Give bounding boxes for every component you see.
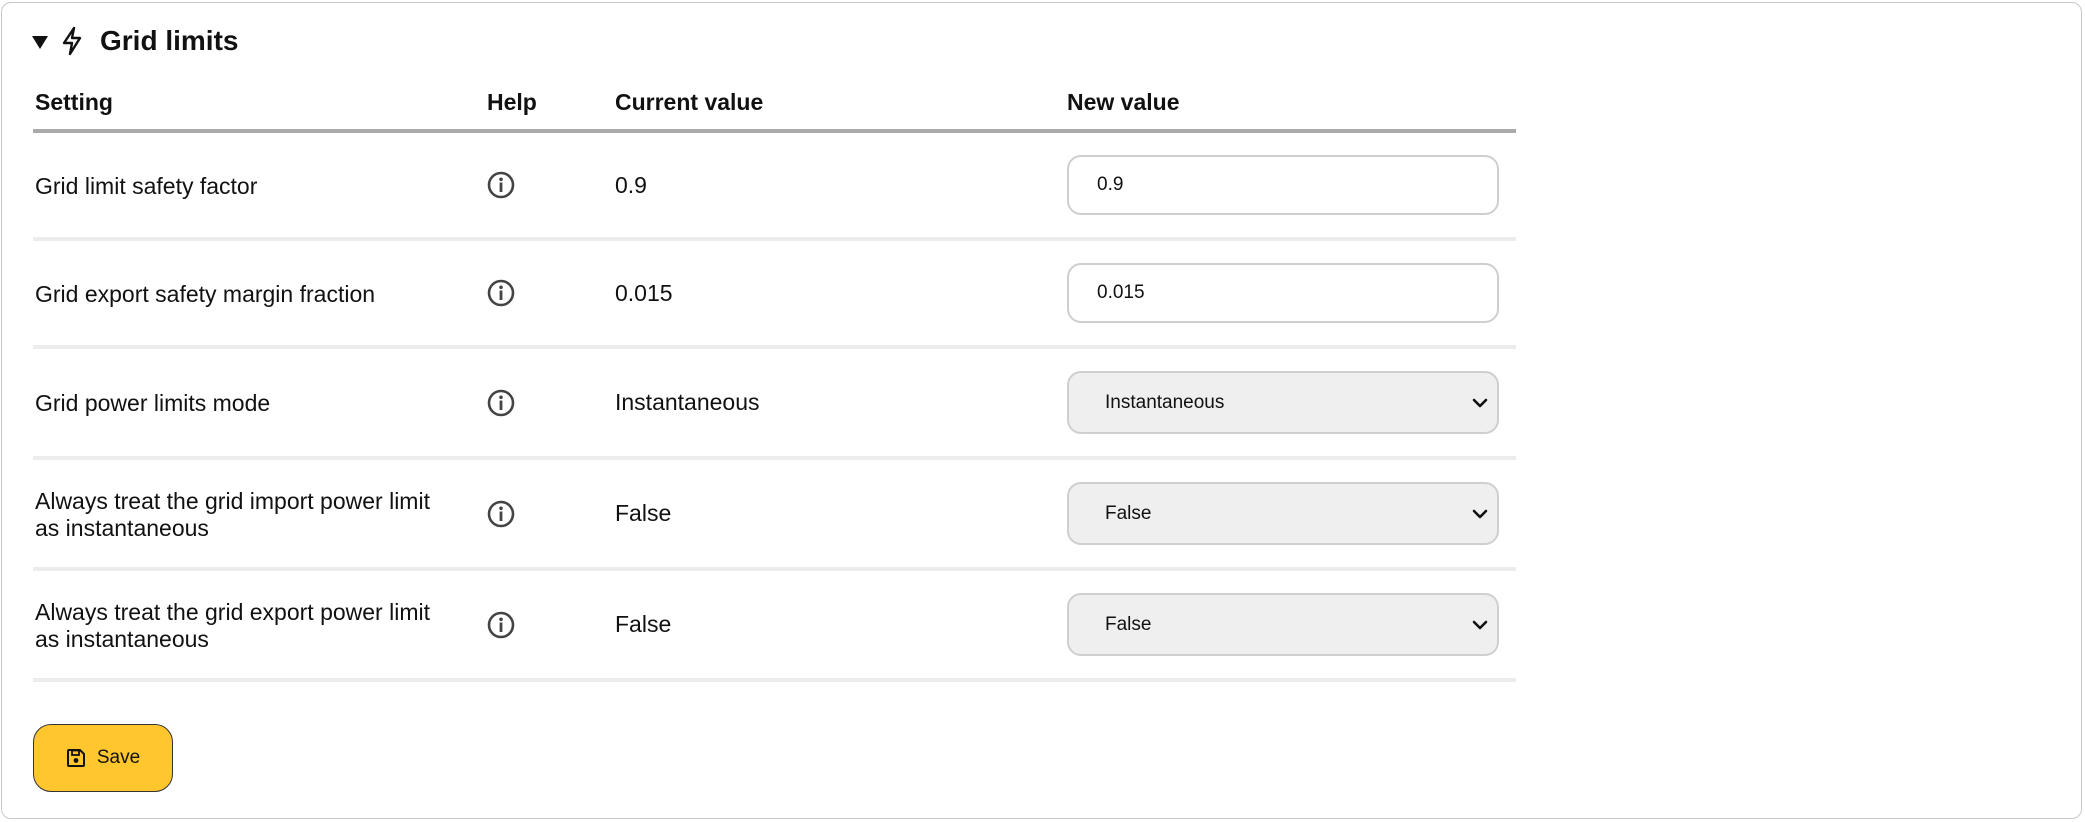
info-circle-icon[interactable] — [487, 171, 515, 199]
table-row: Grid export safety margin fraction 0.015 — [33, 239, 1516, 349]
table-row: Grid limit safety factor 0.9 — [33, 131, 1516, 241]
current-value: 0.9 — [613, 131, 1065, 241]
new-value-input[interactable] — [1067, 263, 1499, 323]
column-header-current-value: Current value — [613, 89, 1065, 133]
lightning-bolt-icon — [62, 26, 82, 56]
new-value-select[interactable]: Instantaneous — [1067, 371, 1499, 434]
info-circle-icon[interactable] — [487, 500, 515, 528]
info-circle-icon[interactable] — [487, 389, 515, 417]
save-button-label: Save — [96, 747, 141, 768]
new-value-select[interactable]: False — [1067, 482, 1499, 545]
selected-option: False — [1105, 502, 1152, 524]
current-value: False — [613, 458, 1065, 571]
selected-option: Instantaneous — [1105, 391, 1225, 413]
floppy-disk-icon — [66, 749, 85, 767]
current-value: 0.015 — [613, 239, 1065, 349]
info-circle-icon[interactable] — [487, 279, 515, 307]
save-button[interactable]: Save — [33, 724, 173, 792]
setting-label: Grid power limits mode — [35, 390, 271, 416]
caret-down-icon[interactable] — [32, 35, 48, 49]
section-title: Grid limits — [100, 25, 239, 56]
column-header-setting: Setting — [33, 89, 485, 133]
current-value: False — [613, 569, 1065, 682]
table-row: Always treat the grid export power limit… — [33, 569, 1516, 682]
table-row: Grid power limits mode Instantaneous Ins… — [33, 347, 1516, 460]
column-header-new-value: New value — [1065, 89, 1516, 133]
new-value-select[interactable]: False — [1067, 593, 1499, 656]
setting-label: Always treat the grid export power limit… — [35, 598, 430, 652]
chevron-down-icon — [1472, 620, 1488, 629]
table-header-row: Setting Help Current value New value — [33, 89, 1516, 133]
setting-label: Grid limit safety factor — [35, 172, 258, 199]
setting-label: Always treat the grid import power limit… — [35, 487, 430, 541]
column-header-help: Help — [485, 89, 613, 133]
chevron-down-icon — [1472, 398, 1488, 407]
chevron-down-icon — [1472, 509, 1488, 518]
current-value: Instantaneous — [613, 347, 1065, 460]
section-header[interactable]: Grid limits — [32, 21, 238, 61]
setting-label: Grid export safety margin fraction — [35, 280, 376, 307]
new-value-input[interactable] — [1067, 155, 1499, 215]
grid-limits-panel: Grid limits Setting Help Current value N… — [1, 2, 2082, 819]
settings-table: Setting Help Current value New value Gri… — [33, 89, 1516, 682]
table-row: Always treat the grid import power limit… — [33, 458, 1516, 571]
selected-option: False — [1105, 613, 1152, 635]
info-circle-icon[interactable] — [487, 611, 515, 639]
